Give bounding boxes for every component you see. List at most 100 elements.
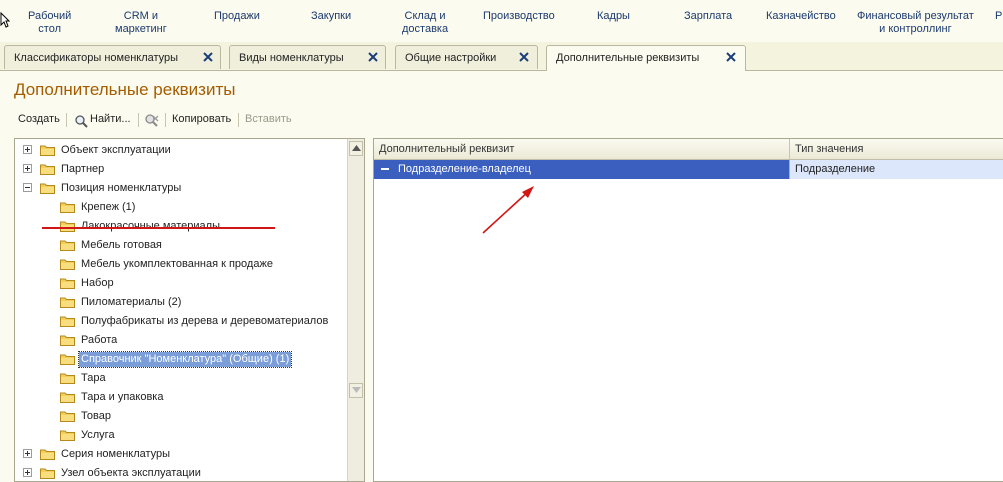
section-financial-result[interactable]: Финансовый результат и контроллинг [857,10,974,36]
section-production[interactable]: Производство [483,10,555,23]
tree-item[interactable]: Мебель укомплектованная к продаже [15,255,347,274]
tab-general-settings[interactable]: Общие настройки [395,45,538,69]
tree-item-label: Позиция номенклатуры [61,182,182,194]
tab-bar: Классификаторы номенклатуры Виды номенкл… [0,42,1003,71]
tab-nomenclature-types[interactable]: Виды номенклатуры [229,45,386,69]
attributes-table[interactable]: Дополнительный реквизит Тип значения Под… [373,138,1003,482]
annotation-underline [42,227,275,229]
mouse-cursor-icon [0,12,10,28]
table-header: Дополнительный реквизит Тип значения [374,139,1003,160]
tree-item[interactable]: Крепеж (1) [15,198,347,217]
tab-additional-attributes[interactable]: Дополнительные реквизиты [546,45,746,71]
folder-icon [40,468,55,479]
row-marker-icon [381,168,389,170]
table-row[interactable]: Подразделение-владелец Подразделение [374,160,1003,179]
section-hr[interactable]: Кадры [597,10,630,23]
tree-item[interactable]: Пиломатериалы (2) [15,293,347,312]
table-cell-type[interactable]: Подразделение [790,160,1003,179]
arrow-down-icon [352,387,361,393]
folder-icon [60,278,75,289]
tree-item[interactable]: Тара [15,369,347,388]
tree-item[interactable]: Партнер [15,160,347,179]
tree-item-label: Набор [81,277,114,289]
column-header-value-type[interactable]: Тип значения [790,139,1003,159]
tree-item-label: Узел объекта эксплуатации [61,467,201,479]
section-more[interactable]: Р [995,10,1002,23]
page-title: Дополнительные реквизиты [14,80,236,99]
folder-icon [40,164,55,175]
close-icon[interactable] [725,51,737,63]
tree-item[interactable]: Мебель готовая [15,236,347,255]
tree-item-label: Товар [81,410,111,422]
folder-icon [60,354,75,365]
tree-item[interactable]: Узел объекта эксплуатации [15,464,347,481]
tree-item-label: Работа [81,334,118,346]
cancel-search-icon[interactable] [144,113,160,129]
tree-item[interactable]: Товар [15,407,347,426]
arrow-up-icon [352,145,361,151]
collapse-icon[interactable] [23,183,32,192]
column-header-attribute[interactable]: Дополнительный реквизит [374,139,790,159]
tree-item[interactable]: Полуфабрикаты из дерева и деревоматериал… [15,312,347,331]
expand-icon[interactable] [23,145,32,154]
section-desktop[interactable]: Рабочий стол [28,10,71,36]
copy-button[interactable]: Копировать [172,113,231,125]
tree-item[interactable]: Позиция номенклатуры [15,179,347,198]
folder-icon [60,259,75,270]
tree-item[interactable]: Объект эксплуатации [15,141,347,160]
annotation-arrow-icon [482,186,534,234]
folder-icon [60,202,75,213]
folder-icon [60,335,75,346]
sections-panel: Рабочий стол CRM и маркетинг Продажи Зак… [0,0,1003,42]
folder-icon [60,411,75,422]
folder-icon [60,297,75,308]
paste-button[interactable]: Вставить [245,113,292,125]
folder-icon [40,183,55,194]
folder-icon [60,430,75,441]
tree-item-label: Тара [81,372,106,384]
tree-item[interactable]: Набор [15,274,347,293]
tree-item-label: Мебель готовая [81,239,162,251]
tree-item[interactable]: Справочник "Номенклатура" (Общие) (1) [15,350,347,369]
folder-icon [60,392,75,403]
close-icon[interactable] [518,51,530,63]
tree-item[interactable]: Тара и упаковка [15,388,347,407]
section-warehouse[interactable]: Склад и доставка [402,10,448,36]
scroll-down-button[interactable] [349,383,363,398]
tree-item[interactable]: Серия номенклатуры [15,445,347,464]
tree-scrollbar[interactable] [347,139,364,481]
find-button[interactable]: Найти... [90,113,131,125]
close-icon[interactable] [367,51,379,63]
section-sales[interactable]: Продажи [214,10,260,23]
classifier-tree[interactable]: Объект эксплуатации Партнер Позиция номенк… [14,138,365,482]
tree-item-label: Полуфабрикаты из дерева и деревоматериал… [81,315,329,327]
tree-item-label: Крепеж (1) [81,201,136,213]
tree-item-label: Объект эксплуатации [61,144,171,156]
tree-item-label: Справочник "Номенклатура" (Общие) (1) [77,351,293,368]
section-salary[interactable]: Зарплата [684,10,732,23]
section-treasury[interactable]: Казначейство [766,10,836,23]
toolbar: Создать Найти... Копировать Вставить [14,110,994,130]
tree-item[interactable]: Услуга [15,426,347,445]
close-icon[interactable] [202,51,214,63]
tab-nomenclature-classifiers[interactable]: Классификаторы номенклатуры [4,45,221,69]
tree-item[interactable]: Работа [15,331,347,350]
tree-item-label: Мебель укомплектованная к продаже [81,258,273,270]
table-cell-attribute[interactable]: Подразделение-владелец [374,160,790,179]
section-purchases[interactable]: Закупки [311,10,351,23]
scroll-up-button[interactable] [349,141,363,156]
folder-icon [60,316,75,327]
section-crm[interactable]: CRM и маркетинг [115,10,167,36]
toolbar-separator [238,113,239,127]
toolbar-separator [138,113,139,127]
folder-icon [60,240,75,251]
tree-item-label: Партнер [61,163,105,175]
folder-icon [40,449,55,460]
expand-icon[interactable] [23,164,32,173]
expand-icon[interactable] [23,468,32,477]
tree-item-label: Серия номенклатуры [61,448,171,460]
create-button[interactable]: Создать [18,113,60,125]
search-icon[interactable] [74,114,88,128]
folder-icon [60,221,75,232]
expand-icon[interactable] [23,449,32,458]
